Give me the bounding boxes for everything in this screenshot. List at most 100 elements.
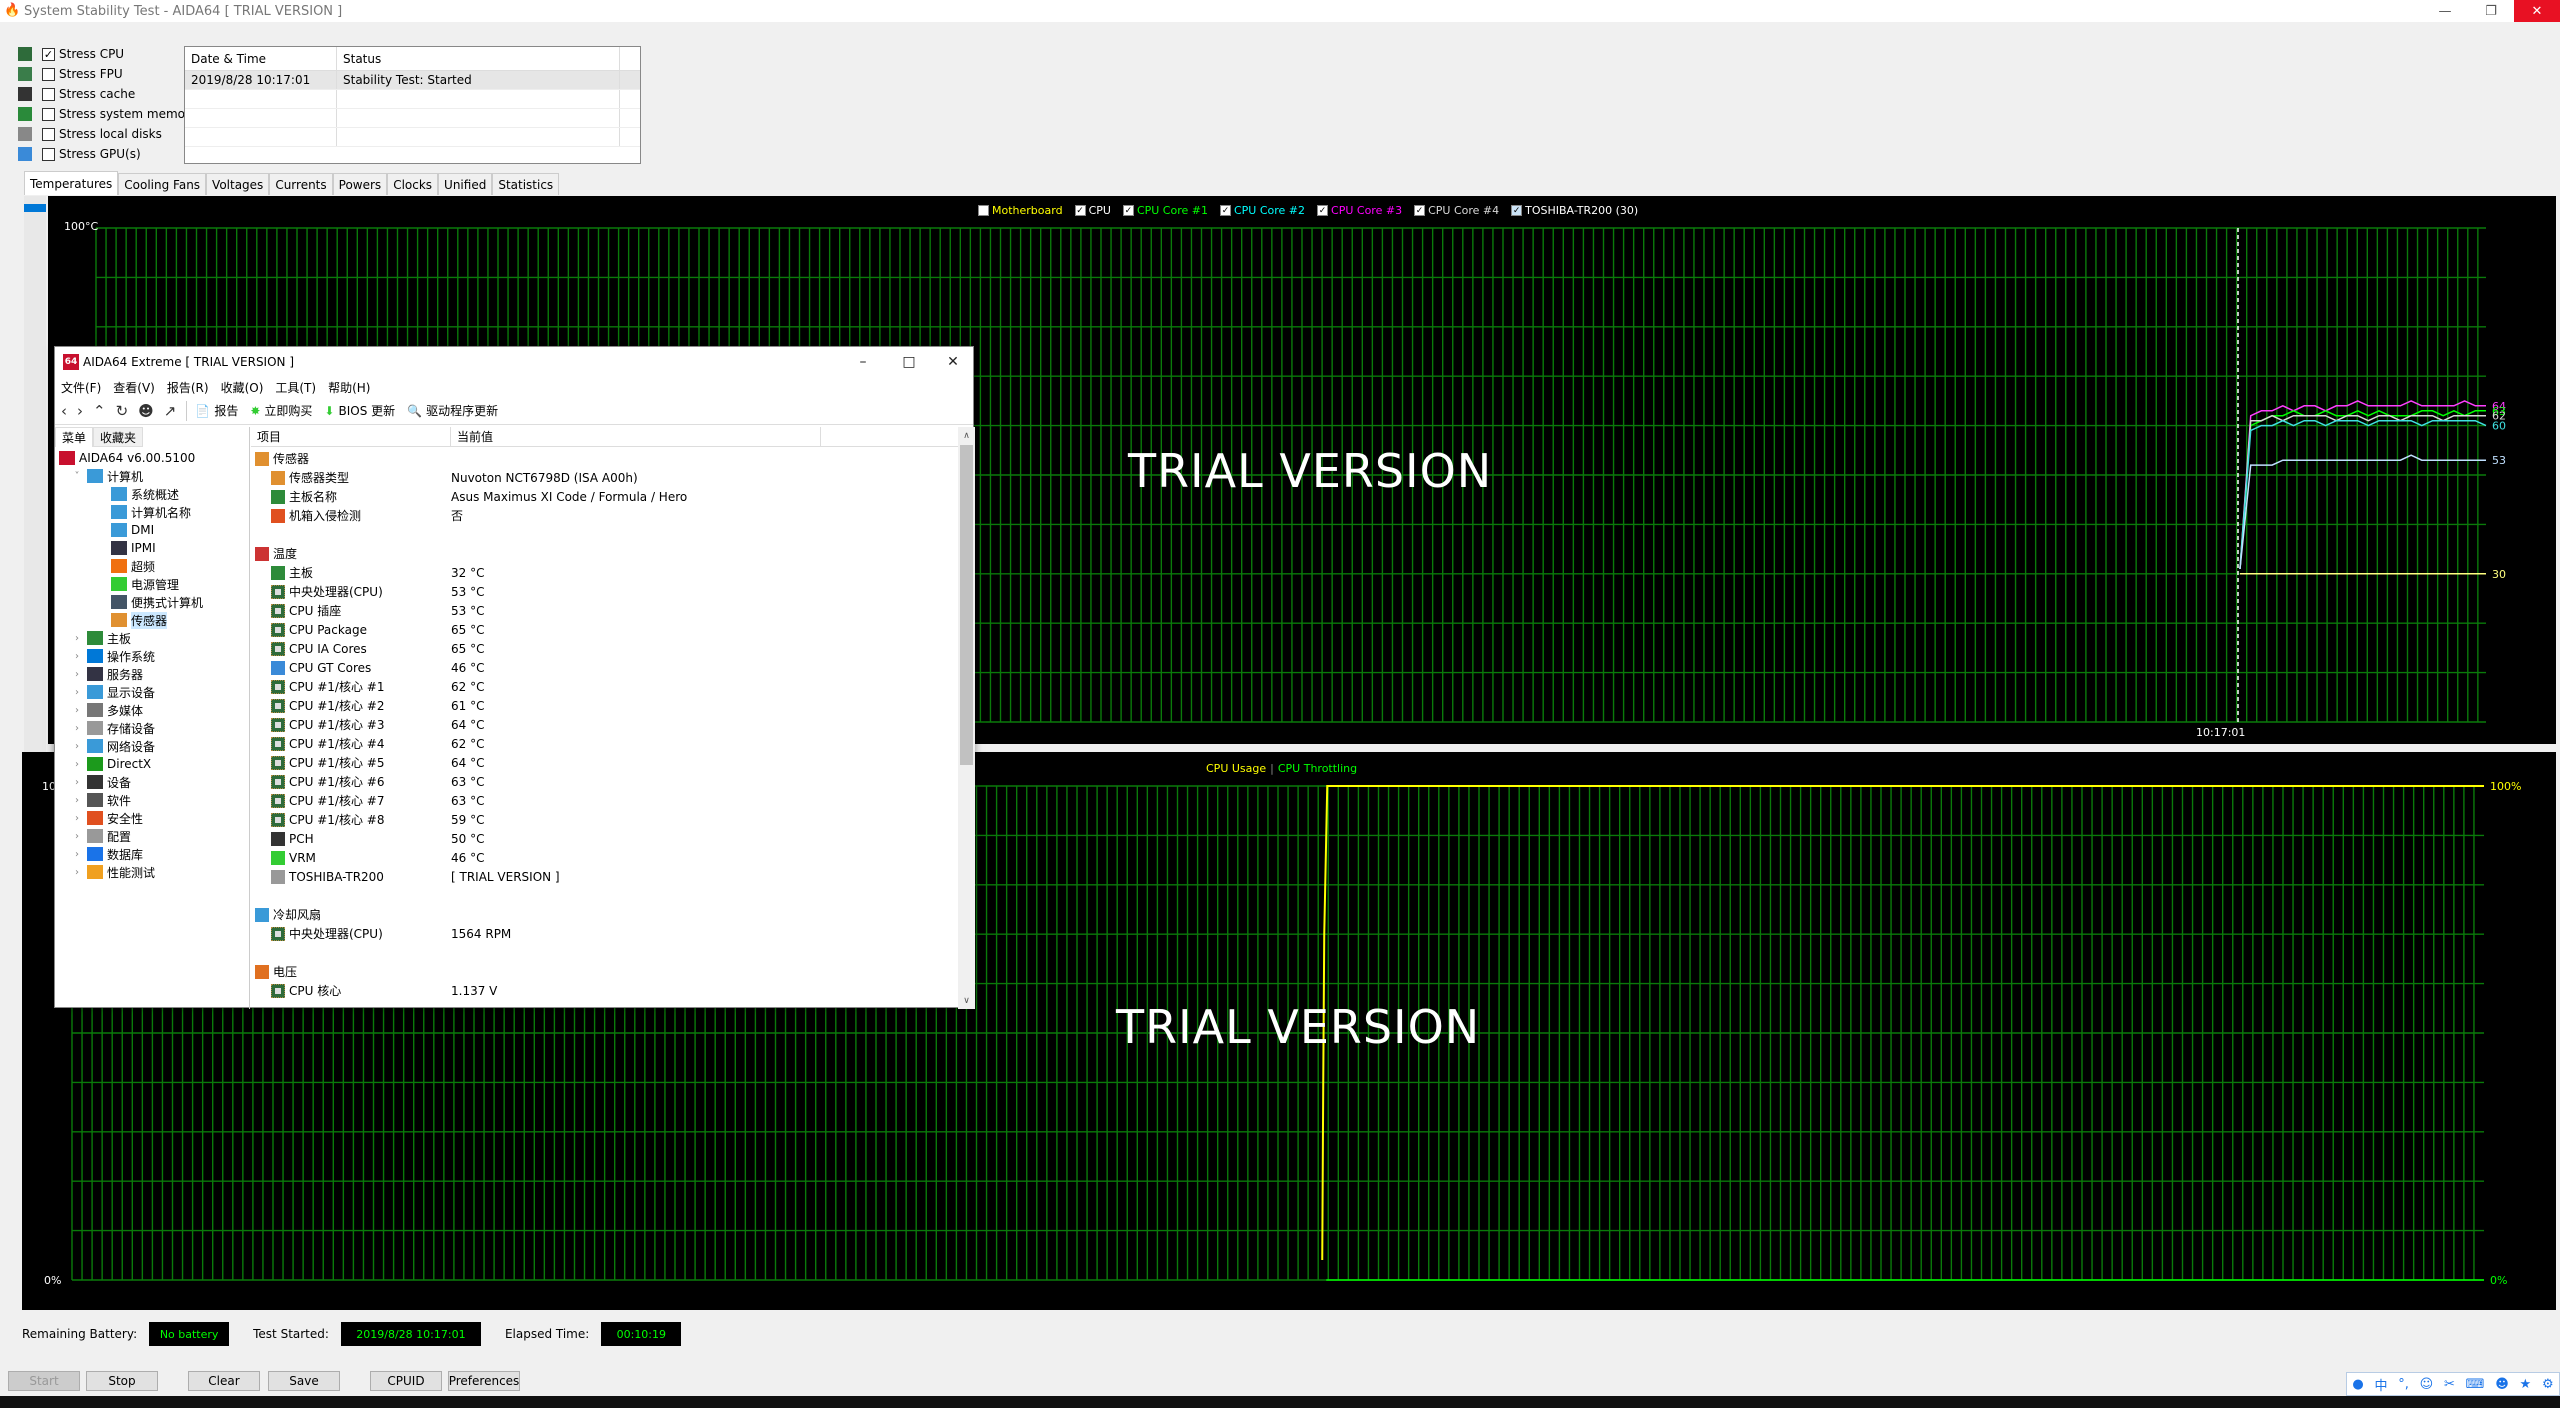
- details-row[interactable]: CPU #1/核心 #7 63 °C: [251, 791, 975, 810]
- tree-node[interactable]: › 设备: [55, 773, 249, 791]
- stress-option[interactable]: Stress local disks: [18, 124, 197, 144]
- legend-checkbox[interactable]: ✓: [1511, 205, 1523, 216]
- details-row[interactable]: 中央处理器(CPU) 1564 RPM: [251, 924, 975, 943]
- scroll-down-icon[interactable]: ∨: [958, 992, 975, 1009]
- expand-icon[interactable]: ›: [71, 723, 83, 734]
- tab-clocks[interactable]: Clocks: [387, 173, 439, 195]
- up-icon[interactable]: ⌃: [93, 402, 106, 420]
- expand-icon[interactable]: ›: [71, 759, 83, 770]
- back-icon[interactable]: ‹: [61, 402, 67, 420]
- legend-checkbox[interactable]: ✓: [1219, 205, 1231, 216]
- details-row[interactable]: 主板 32 °C: [251, 563, 975, 582]
- tree-node[interactable]: › DirectX: [55, 755, 249, 773]
- details-row[interactable]: 主板名称 Asus Maximus XI Code / Formula / Her…: [251, 487, 975, 506]
- expand-icon[interactable]: ›: [71, 795, 83, 806]
- tab-statistics[interactable]: Statistics: [492, 173, 560, 195]
- tree-node[interactable]: › 软件: [55, 791, 249, 809]
- legend-item[interactable]: Motherboard: [978, 204, 1063, 217]
- tree-node[interactable]: › 配置: [55, 827, 249, 845]
- legend-checkbox[interactable]: ✓: [1074, 205, 1086, 216]
- refresh-icon[interactable]: ↻: [116, 402, 129, 420]
- ime-button[interactable]: ✂: [2444, 1377, 2455, 1392]
- ime-button[interactable]: ●: [2352, 1377, 2363, 1392]
- aida64-extreme-window[interactable]: 64 AIDA64 Extreme [ TRIAL VERSION ] – □ …: [54, 346, 975, 1009]
- legend-checkbox[interactable]: [978, 205, 989, 216]
- ime-button[interactable]: 中: [2374, 1375, 2387, 1394]
- legend-item[interactable]: ✓ CPU Core #1: [1122, 204, 1208, 217]
- tree-node[interactable]: › 主板: [55, 629, 249, 647]
- details-row[interactable]: CPU Package 65 °C: [251, 620, 975, 639]
- tree-node[interactable]: › 多媒体: [55, 701, 249, 719]
- menu-item[interactable]: 查看(V): [113, 379, 155, 396]
- tree-node[interactable]: › 性能测试: [55, 863, 249, 881]
- restore-button[interactable]: ❐: [2468, 0, 2514, 22]
- expand-icon[interactable]: ›: [71, 705, 83, 716]
- details-row[interactable]: TOSHIBA-TR200 [ TRIAL VERSION ]: [251, 867, 975, 886]
- scroll-up-icon[interactable]: ∧: [958, 427, 975, 444]
- ime-button[interactable]: ★: [2520, 1377, 2532, 1392]
- menu-item[interactable]: 帮助(H): [328, 379, 370, 396]
- stress-checkbox[interactable]: [42, 87, 55, 101]
- col-value[interactable]: 当前值: [451, 427, 821, 446]
- expand-icon[interactable]: ›: [71, 831, 83, 842]
- ime-button[interactable]: ⌨: [2466, 1377, 2485, 1392]
- tree-node[interactable]: › 存储设备: [55, 719, 249, 737]
- tree-node[interactable]: › 网络设备: [55, 737, 249, 755]
- details-row[interactable]: CPU GT Cores 46 °C: [251, 658, 975, 677]
- expand-icon[interactable]: ›: [71, 633, 83, 644]
- stress-option[interactable]: Stress FPU: [18, 64, 197, 84]
- details-row[interactable]: CPU #1/核心 #8 59 °C: [251, 810, 975, 829]
- expand-icon[interactable]: ›: [71, 741, 83, 752]
- menu-item[interactable]: 文件(F): [61, 379, 101, 396]
- aida-close-button[interactable]: ✕: [935, 351, 971, 373]
- legend-checkbox[interactable]: ✓: [1122, 205, 1134, 216]
- log-col-datetime[interactable]: Date & Time: [185, 47, 337, 70]
- tree-node[interactable]: › 安全性: [55, 809, 249, 827]
- bios-update-button[interactable]: ⬇ BIOS 更新: [324, 402, 395, 419]
- clear-button[interactable]: Clear: [188, 1371, 260, 1391]
- tree-node[interactable]: 超频: [55, 557, 249, 575]
- tree-node[interactable]: 电源管理: [55, 575, 249, 593]
- user-icon[interactable]: ☻: [138, 402, 154, 420]
- event-log[interactable]: Date & Time Status 2019/8/28 10:17:01 St…: [184, 46, 641, 164]
- tab-powers[interactable]: Powers: [332, 173, 388, 195]
- details-row[interactable]: CPU 核心 1.137 V: [251, 981, 975, 1000]
- details-row[interactable]: 传感器类型 Nuvoton NCT6798D (ISA A00h): [251, 468, 975, 487]
- aida-maximize-button[interactable]: □: [891, 351, 927, 373]
- details-row[interactable]: 机箱入侵检测 否: [251, 506, 975, 525]
- tree-node[interactable]: IPMI: [55, 539, 249, 557]
- menu-item[interactable]: 收藏(O): [221, 379, 264, 396]
- legend-checkbox[interactable]: ✓: [1317, 205, 1329, 216]
- expand-icon[interactable]: ›: [71, 849, 83, 860]
- tree-node[interactable]: AIDA64 v6.00.5100: [55, 449, 249, 467]
- details-row[interactable]: CPU #1/核心 #3 64 °C: [251, 715, 975, 734]
- scroll-thumb[interactable]: [960, 445, 973, 765]
- legend-item[interactable]: ✓ CPU Core #2: [1219, 204, 1305, 217]
- stress-checkbox[interactable]: [42, 127, 55, 141]
- details-row[interactable]: PCH 50 °C: [251, 829, 975, 848]
- tree-node[interactable]: › 服务器: [55, 665, 249, 683]
- expand-icon[interactable]: ›: [71, 669, 83, 680]
- stress-option[interactable]: ✓ Stress CPU: [18, 44, 197, 64]
- save-button[interactable]: Save: [268, 1371, 340, 1391]
- menu-item[interactable]: 报告(R): [167, 379, 209, 396]
- tab-voltages[interactable]: Voltages: [206, 173, 270, 195]
- tree-node[interactable]: 便携式计算机: [55, 593, 249, 611]
- expand-icon[interactable]: ›: [71, 777, 83, 788]
- stress-option[interactable]: Stress GPU(s): [18, 144, 197, 164]
- ime-button[interactable]: ⚙: [2542, 1377, 2554, 1392]
- ime-button[interactable]: °,: [2398, 1377, 2409, 1392]
- stop-button[interactable]: Stop: [86, 1371, 158, 1391]
- tree-node[interactable]: 系统概述: [55, 485, 249, 503]
- tab-unified[interactable]: Unified: [438, 173, 493, 195]
- legend-checkbox[interactable]: ✓: [1414, 205, 1426, 216]
- tree-node[interactable]: 传感器: [55, 611, 249, 629]
- stress-option[interactable]: Stress cache: [18, 84, 197, 104]
- details-row[interactable]: CPU #1/核心 #4 62 °C: [251, 734, 975, 753]
- details-group[interactable]: 冷却风扇: [251, 905, 975, 924]
- col-item[interactable]: 项目: [251, 427, 451, 446]
- details-row[interactable]: CPU #1/核心 #2 61 °C: [251, 696, 975, 715]
- tab-menu[interactable]: 菜单: [55, 427, 94, 447]
- legend-cpu-throttling[interactable]: CPU Throttling: [1278, 762, 1357, 775]
- start-button[interactable]: Start: [8, 1371, 80, 1391]
